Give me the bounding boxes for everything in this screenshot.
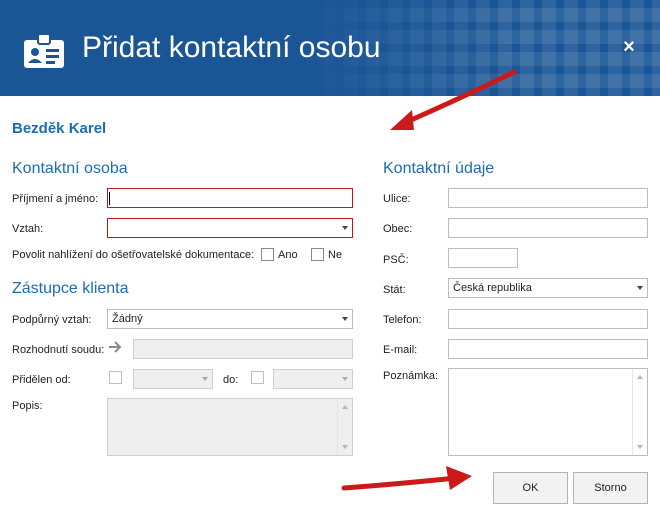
assigned-to-date	[273, 369, 353, 389]
email-input[interactable]	[448, 339, 648, 359]
annotation-arrow-icon	[341, 466, 472, 491]
allow-docs-no-label: Ne	[328, 249, 343, 261]
relation-label: Vztah:	[12, 223, 44, 235]
assigned-to-checkbox	[251, 371, 264, 384]
to-label: do:	[223, 374, 239, 386]
street-input[interactable]	[448, 188, 648, 208]
section-representative: Zástupce klienta	[12, 280, 129, 297]
allow-docs-yes-label: Ano	[278, 249, 298, 261]
client-name: Bezděk Karel	[12, 120, 107, 137]
contact-card-icon	[24, 33, 64, 68]
annotation-arrow-icon	[390, 69, 517, 130]
chevron-down-icon	[202, 377, 208, 381]
court-decision-input	[133, 339, 353, 359]
scroll-down-icon	[342, 445, 348, 449]
phone-input[interactable]	[448, 309, 648, 329]
scroll-up-icon	[637, 375, 643, 379]
chevron-down-icon	[342, 226, 348, 230]
email-label: E-mail:	[383, 344, 418, 356]
chevron-down-icon	[637, 286, 643, 290]
support-relation-label: Podpůrný vztah:	[12, 314, 92, 326]
scrollbar[interactable]	[632, 369, 647, 455]
scroll-down-icon	[637, 445, 643, 449]
country-label: Stát:	[383, 284, 406, 296]
country-select[interactable]: Česká republika	[448, 278, 648, 298]
allow-docs-yes-checkbox[interactable]	[261, 248, 274, 261]
court-decision-label: Rozhodnutí soudu:	[12, 344, 105, 356]
cancel-button[interactable]: Storno	[573, 472, 648, 504]
note-textarea[interactable]	[448, 368, 648, 456]
scrollbar	[337, 399, 352, 455]
note-label: Poznámka:	[383, 370, 439, 382]
name-input[interactable]	[107, 188, 353, 208]
dialog-header: Přidat kontaktní osobu ×	[0, 0, 660, 96]
name-label: Příjmení a jméno:	[12, 193, 99, 205]
text-caret	[109, 192, 110, 205]
allow-docs-label: Povolit nahlížení do ošetřovatelské doku…	[12, 249, 255, 261]
description-label: Popis:	[12, 400, 43, 412]
assigned-from-label: Přidělen od:	[12, 374, 71, 386]
description-textarea	[107, 398, 353, 456]
assigned-from-date	[133, 369, 213, 389]
ok-button[interactable]: OK	[493, 472, 568, 504]
phone-label: Telefon:	[383, 314, 422, 326]
relation-select[interactable]	[107, 218, 353, 238]
support-relation-value: Žádný	[112, 313, 143, 325]
support-relation-select[interactable]: Žádný	[107, 309, 353, 329]
zip-label: PSČ:	[383, 254, 409, 266]
chevron-down-icon	[342, 317, 348, 321]
close-button[interactable]: ×	[618, 36, 640, 58]
arrow-right-icon[interactable]	[107, 339, 123, 355]
city-label: Obec:	[383, 223, 413, 235]
section-contact-person: Kontaktní osoba	[12, 160, 128, 177]
allow-docs-no-checkbox[interactable]	[311, 248, 324, 261]
scroll-up-icon	[342, 405, 348, 409]
assigned-from-checkbox	[109, 371, 122, 384]
zip-input[interactable]	[448, 248, 518, 268]
section-contact-details: Kontaktní údaje	[383, 160, 495, 177]
country-value: Česká republika	[453, 282, 532, 294]
city-input[interactable]	[448, 218, 648, 238]
dialog-title: Přidat kontaktní osobu	[82, 31, 381, 64]
chevron-down-icon	[342, 377, 348, 381]
street-label: Ulice:	[383, 193, 411, 205]
